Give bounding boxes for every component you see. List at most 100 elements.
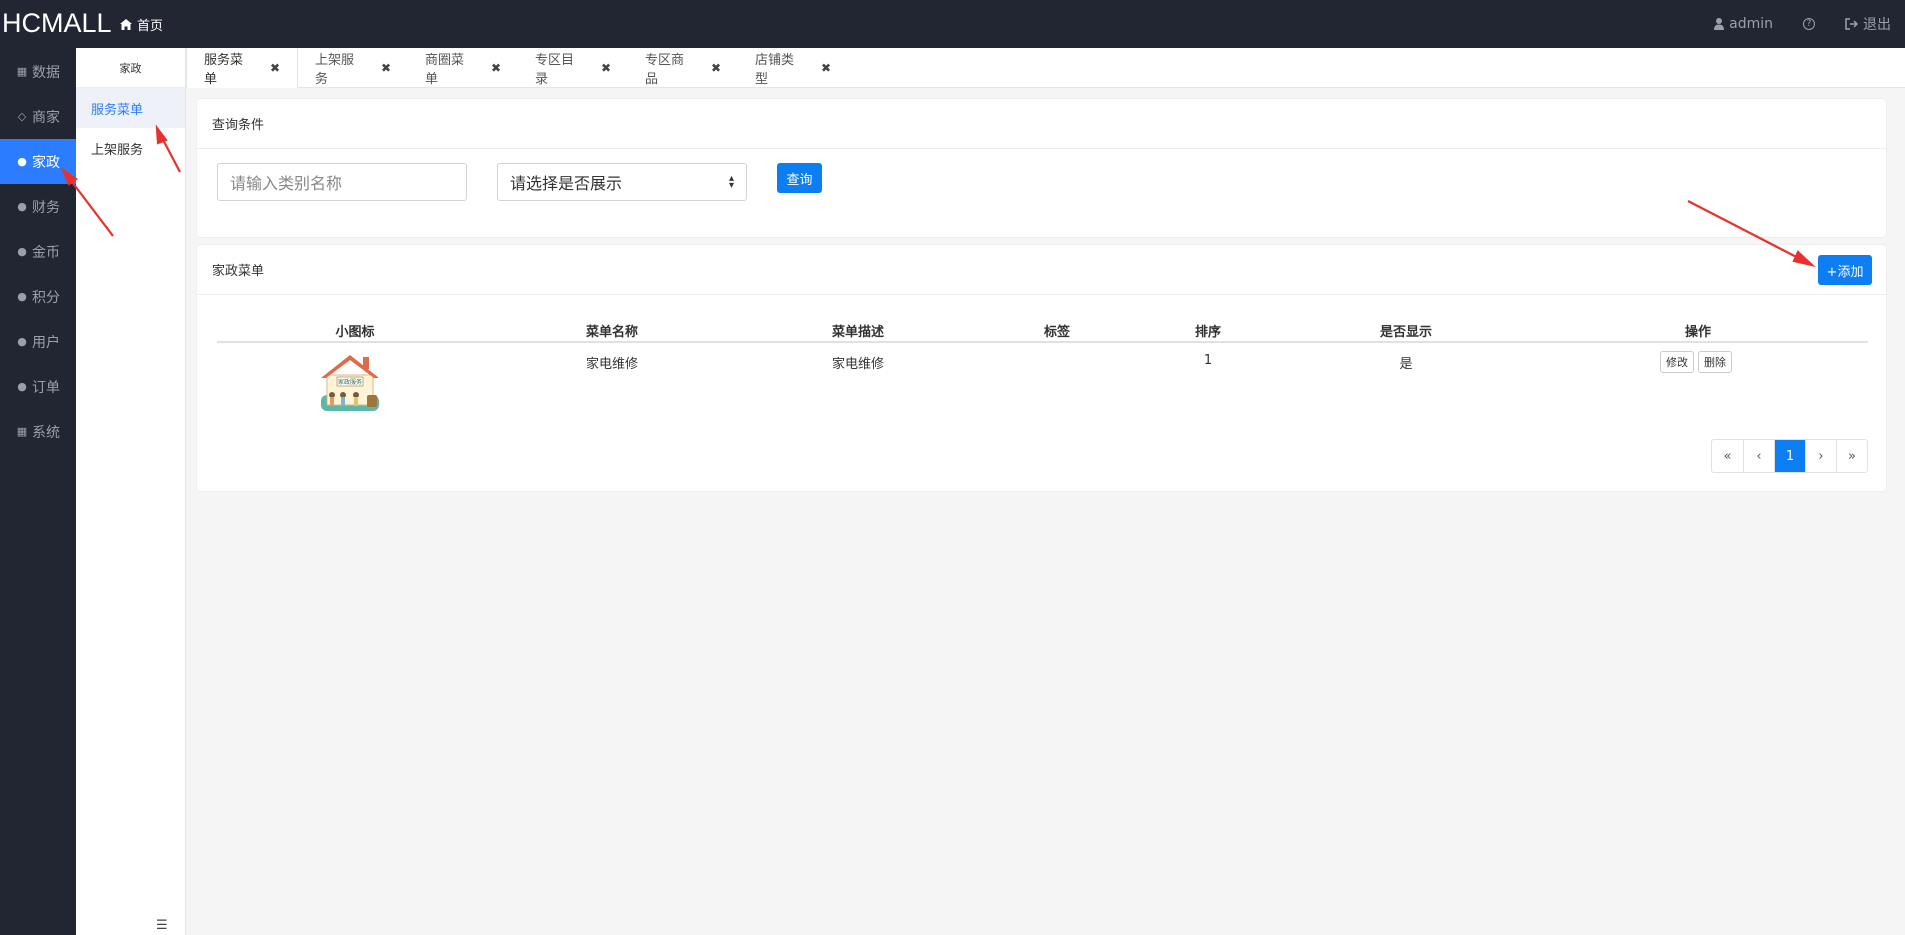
nav-item-points[interactable]: ● 积分 (0, 274, 76, 319)
nav-item-finance[interactable]: ● 财务 (0, 184, 76, 229)
table-header: 小图标 菜单名称 菜单描述 标签 排序 是否显示 操作 (217, 313, 1868, 343)
last-page-button[interactable]: » (1836, 440, 1867, 472)
home-icon (120, 19, 132, 30)
tab-label: 专区目录 (535, 53, 575, 87)
sort-arrows-icon: ▴ ▾ (728, 173, 734, 191)
tab-service-menu[interactable]: 服务菜单 ✖ (186, 48, 298, 88)
display-select-value: 请选择是否展示 (510, 174, 623, 193)
logout-icon (1845, 18, 1858, 30)
home-label: 首页 (137, 19, 164, 34)
logout-button[interactable]: 退出 (1845, 14, 1891, 34)
brand-logo[interactable]: HCMALL (2, 8, 112, 39)
globe-icon: ● (17, 200, 27, 213)
globe-icon: ● (17, 245, 27, 258)
display-select[interactable]: 请选择是否展示 ▴ ▾ (497, 163, 747, 201)
column-header: 小图标 (335, 325, 375, 340)
top-bar: HCMALL 首页 admin ? 退出 (0, 0, 1905, 48)
logout-label: 退出 (1863, 17, 1891, 33)
query-panel: 查询条件 请输入类别名称 请选择是否展示 ▴ ▾ 查询 (196, 98, 1887, 238)
pagination: « ‹ 1 › » (1711, 439, 1868, 473)
prev-page-button[interactable]: ‹ (1743, 440, 1774, 472)
globe-icon: ● (17, 155, 27, 168)
grid-icon: ▦ (16, 425, 28, 438)
delete-button[interactable]: 删除 (1698, 351, 1732, 373)
secondary-sidebar: 家政 服务菜单 上架服务 ☰ (76, 48, 186, 935)
column-header: 操作 (1684, 325, 1712, 340)
sidebar-item-service-menu[interactable]: 服务菜单 (76, 88, 185, 128)
sort-cell: 1 (1203, 353, 1213, 368)
column-header: 标签 (1043, 325, 1071, 340)
close-icon[interactable]: ✖ (711, 61, 721, 75)
menu-name-cell: 家电维修 (585, 357, 639, 372)
next-page-button[interactable]: › (1805, 440, 1836, 472)
nav-item-system[interactable]: ▦ 系统 (0, 409, 76, 454)
diamond-icon: ◇ (17, 110, 27, 123)
close-icon[interactable]: ✖ (270, 61, 280, 75)
nav-item-label: 家政 (32, 154, 60, 171)
close-icon[interactable]: ✖ (821, 61, 831, 75)
grid-icon: ▦ (16, 65, 28, 78)
list-panel-title: 家政菜单 (197, 245, 1886, 295)
nav-item-label: 数据 (32, 64, 60, 81)
actions-cell: 修改 删除 (1660, 351, 1736, 373)
globe-icon: ● (17, 380, 27, 393)
service-thumbnail: 家政服务 (319, 351, 381, 417)
nav-item-data[interactable]: ▦ 数据 (0, 49, 76, 94)
search-button[interactable]: 查询 (777, 163, 822, 193)
nav-item-label: 财务 (32, 199, 60, 216)
add-button[interactable]: +添加 (1818, 255, 1872, 285)
user-icon (1714, 18, 1725, 30)
tab-label: 店铺类型 (755, 53, 795, 87)
nav-item-label: 金币 (32, 244, 60, 261)
close-icon[interactable]: ✖ (491, 61, 501, 75)
current-page-button[interactable]: 1 (1774, 440, 1805, 472)
tab-bar: 服务菜单 ✖ 上架服务 ✖ 商圈菜单 ✖ 专区目录 ✖ 专区商品 ✖ 店铺类型 ✖ (186, 48, 1905, 88)
tab-business-district-menu[interactable]: 商圈菜单 ✖ (408, 48, 518, 88)
primary-sidebar: ▦ 数据 ◇ 商家 ● 家政 ● 财务 ● 金币 ● 积分 ● 用户 ● 订单 ▦ 系统 (0, 48, 76, 935)
thumbnail-caption: 家政服务 (338, 378, 362, 386)
tab-label: 上架服务 (315, 53, 355, 87)
menu-list-panel: 家政菜单 +添加 小图标 菜单名称 菜单描述 标签 排序 是否显示 操作 家政服… (196, 244, 1887, 492)
nav-item-coins[interactable]: ● 金币 (0, 229, 76, 274)
collapse-sidebar-icon[interactable]: ☰ (156, 918, 168, 933)
close-icon[interactable]: ✖ (381, 61, 391, 75)
globe-icon: ● (17, 290, 27, 303)
user-menu[interactable]: admin (1714, 16, 1773, 32)
column-header: 排序 (1194, 325, 1222, 340)
nav-item-label: 积分 (32, 289, 60, 306)
nav-item-housekeeping[interactable]: ● 家政 (0, 139, 76, 184)
column-header: 是否显示 (1379, 325, 1433, 340)
sidebar-section-title: 家政 (76, 48, 185, 88)
close-icon[interactable]: ✖ (601, 61, 611, 75)
category-name-input[interactable]: 请输入类别名称 (217, 163, 467, 201)
nav-item-label: 商家 (32, 109, 60, 126)
tab-zone-catalog[interactable]: 专区目录 ✖ (518, 48, 628, 88)
globe-icon: ● (17, 335, 27, 348)
tab-zone-products[interactable]: 专区商品 ✖ (628, 48, 738, 88)
nav-item-orders[interactable]: ● 订单 (0, 364, 76, 409)
tab-store-types[interactable]: 店铺类型 ✖ (738, 48, 848, 88)
tab-label: 商圈菜单 (425, 53, 465, 87)
question-icon: ? (1803, 18, 1815, 30)
tab-listed-services[interactable]: 上架服务 ✖ (298, 48, 408, 88)
nav-item-label: 用户 (32, 334, 60, 351)
nav-item-label: 订单 (32, 379, 60, 396)
column-header: 菜单描述 (831, 325, 885, 340)
tab-label: 专区商品 (645, 53, 685, 87)
table-row: 家政服务 家电维修 家电维修 1 是 修改 删除 (217, 343, 1868, 419)
nav-item-label: 系统 (32, 424, 60, 441)
edit-button[interactable]: 修改 (1660, 351, 1694, 373)
menu-description-cell: 家电维修 (831, 357, 885, 372)
user-name: admin (1729, 16, 1773, 32)
nav-item-merchant[interactable]: ◇ 商家 (0, 94, 76, 139)
help-button[interactable]: ? (1803, 18, 1815, 30)
home-link[interactable]: 首页 (120, 15, 163, 34)
visible-cell: 是 (1399, 357, 1413, 372)
column-header: 菜单名称 (585, 325, 639, 340)
first-page-button[interactable]: « (1712, 440, 1743, 472)
nav-item-users[interactable]: ● 用户 (0, 319, 76, 364)
menu-table: 小图标 菜单名称 菜单描述 标签 排序 是否显示 操作 家政服务 家电维修 家电… (217, 313, 1868, 419)
sidebar-item-listed-services[interactable]: 上架服务 (76, 128, 185, 168)
tab-label: 服务菜单 (204, 53, 244, 87)
query-panel-title: 查询条件 (197, 99, 1886, 149)
